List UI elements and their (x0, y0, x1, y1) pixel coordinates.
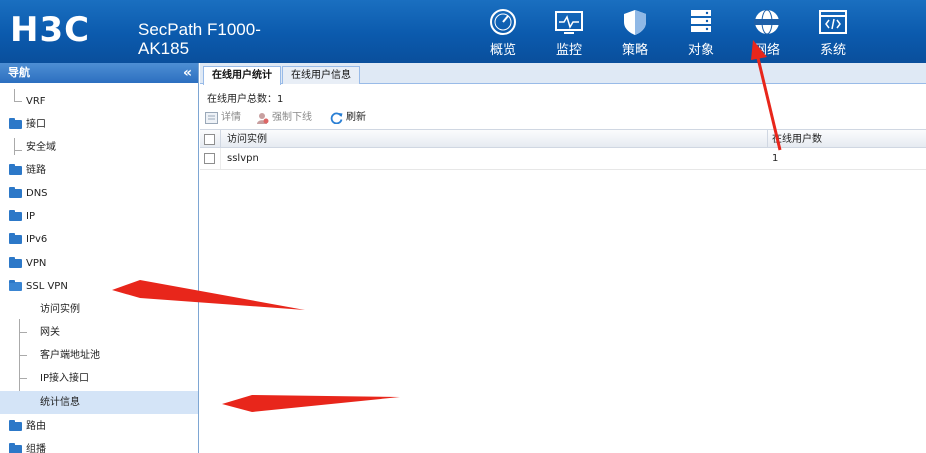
sidebar-item-link[interactable]: 链路 (0, 159, 198, 182)
grid-toolbar: 详情 强制下线 刷新 (200, 107, 926, 129)
sidebar-item-routing[interactable]: 路由 (0, 415, 198, 438)
folder-icon (9, 233, 22, 244)
statistics-table: 访问实例 在线用户数 sslvpn 1 (200, 129, 926, 170)
nav-object[interactable]: 对象 (668, 0, 734, 63)
sidebar-item-statistics[interactable]: 统计信息 (0, 391, 198, 414)
sidebar-item-label: 链路 (26, 165, 46, 176)
user-remove-icon (257, 113, 269, 124)
sidebar-item-label: 接口 (26, 119, 46, 130)
folder-icon (9, 257, 22, 268)
details-button[interactable]: 详情 (203, 107, 241, 129)
cell-online-users: 1 (772, 153, 779, 164)
sidebar-item-security-zone[interactable]: 安全域 (0, 136, 198, 159)
sidebar-item-interface[interactable]: 接口 (0, 113, 198, 136)
folder-icon (9, 443, 22, 453)
tab-bar: 在线用户统计 在线用户信息 (200, 63, 926, 85)
nav-overview-label: 概览 (489, 43, 516, 58)
force-offline-button[interactable]: 强制下线 (254, 107, 312, 129)
sidebar-item-label: 统计信息 (40, 397, 80, 408)
sidebar-item-label: IPv6 (26, 234, 48, 245)
column-header-access-instance[interactable]: 访问实例 (227, 130, 267, 149)
sidebar-item-label: IP接入接口 (40, 373, 89, 384)
navigation-sidebar: 导航 « VRF 接口 安全域 链路 DNS IP IPv6 VPN SSL V… (0, 63, 199, 453)
folder-icon (9, 210, 22, 221)
device-model-line1: SecPath F1000- (138, 20, 261, 39)
folder-icon (9, 118, 22, 129)
nav-network[interactable]: 网络 (734, 0, 800, 63)
main-content: 在线用户统计 在线用户信息 在线用户总数：1 详情 强制下线 刷新 访问实例 在… (200, 63, 926, 453)
sidebar-item-label: 安全域 (26, 142, 56, 153)
sidebar-item-ip-access-interface[interactable]: IP接入接口 (0, 367, 198, 390)
sidebar-item-ipv6[interactable]: IPv6 (0, 228, 198, 251)
nav-system-label: 系统 (819, 43, 846, 58)
column-separator (767, 130, 768, 147)
cell-access-instance: sslvpn (227, 153, 259, 164)
nav-object-label: 对象 (687, 43, 714, 58)
nav-system[interactable]: 系统 (800, 0, 866, 63)
sidebar-item-label: VRF (26, 96, 46, 107)
device-model: SecPath F1000- AK185 (138, 20, 261, 58)
nav-monitor-label: 监控 (555, 43, 582, 58)
sidebar-item-vrf[interactable]: VRF (0, 90, 198, 113)
folder-open-icon (9, 280, 22, 291)
folder-icon (9, 164, 22, 175)
nav-policy[interactable]: 策略 (602, 0, 668, 63)
refresh-icon (330, 112, 343, 124)
sidebar-item-ssl-vpn[interactable]: SSL VPN (0, 275, 198, 298)
sidebar-item-client-address-pool[interactable]: 客户端地址池 (0, 344, 198, 367)
refresh-label: 刷新 (346, 112, 366, 123)
details-icon (205, 112, 218, 124)
nav-monitor[interactable]: 监控 (536, 0, 602, 63)
h3c-logo: H3C (10, 10, 91, 50)
nav-overview[interactable]: 概览 (470, 0, 536, 63)
online-user-total: 在线用户总数：1 (207, 94, 284, 105)
column-separator (220, 130, 221, 147)
sidebar-item-access-instance[interactable]: 访问实例 (0, 298, 198, 321)
column-header-online-users[interactable]: 在线用户数 (772, 130, 822, 149)
sidebar-header: 导航 « (0, 63, 198, 83)
sidebar-item-gateway[interactable]: 网关 (0, 321, 198, 344)
sidebar-item-label: IP (26, 211, 35, 222)
top-banner: H3C SecPath F1000- AK185 概览 监控 策略 对象 网络 … (0, 0, 926, 63)
monitor-icon (555, 11, 583, 34)
sidebar-item-label: DNS (26, 188, 48, 199)
server-icon (691, 10, 711, 32)
sidebar-item-label: 路由 (26, 421, 46, 432)
row-checkbox[interactable] (204, 153, 215, 164)
sidebar-item-label: 客户端地址池 (40, 350, 100, 361)
table-row[interactable]: sslvpn 1 (200, 148, 926, 170)
sidebar-item-label: SSL VPN (26, 281, 68, 292)
folder-icon (9, 420, 22, 431)
gauge-icon (490, 9, 516, 35)
sidebar-title: 导航 (8, 66, 30, 79)
tab-online-user-info[interactable]: 在线用户信息 (282, 66, 360, 84)
refresh-button[interactable]: 刷新 (328, 107, 366, 129)
sidebar-item-multicast[interactable]: 组播 (0, 438, 198, 453)
sidebar-item-ip[interactable]: IP (0, 205, 198, 228)
sidebar-item-label: 组播 (26, 444, 46, 453)
details-label: 详情 (221, 112, 241, 123)
shield-icon (624, 10, 646, 35)
sidebar-item-vpn[interactable]: VPN (0, 252, 198, 275)
sidebar-item-label: VPN (26, 258, 47, 269)
select-all-checkbox[interactable] (204, 134, 215, 145)
force-offline-label: 强制下线 (272, 112, 312, 123)
nav-policy-label: 策略 (621, 43, 648, 58)
top-nav: 概览 监控 策略 对象 网络 系统 (470, 0, 866, 63)
device-model-line2: AK185 (138, 39, 190, 58)
sidebar-item-label: 访问实例 (40, 304, 80, 315)
table-header: 访问实例 在线用户数 (200, 129, 926, 148)
nav-network-label: 网络 (753, 43, 780, 58)
sidebar-item-dns[interactable]: DNS (0, 182, 198, 205)
globe-icon (754, 9, 780, 35)
column-separator (220, 148, 221, 169)
folder-icon (9, 187, 22, 198)
code-window-icon (819, 10, 847, 34)
collapse-sidebar-button[interactable]: « (183, 63, 192, 83)
sidebar-item-label: 网关 (40, 327, 60, 338)
tab-online-user-statistics[interactable]: 在线用户统计 (203, 66, 281, 85)
